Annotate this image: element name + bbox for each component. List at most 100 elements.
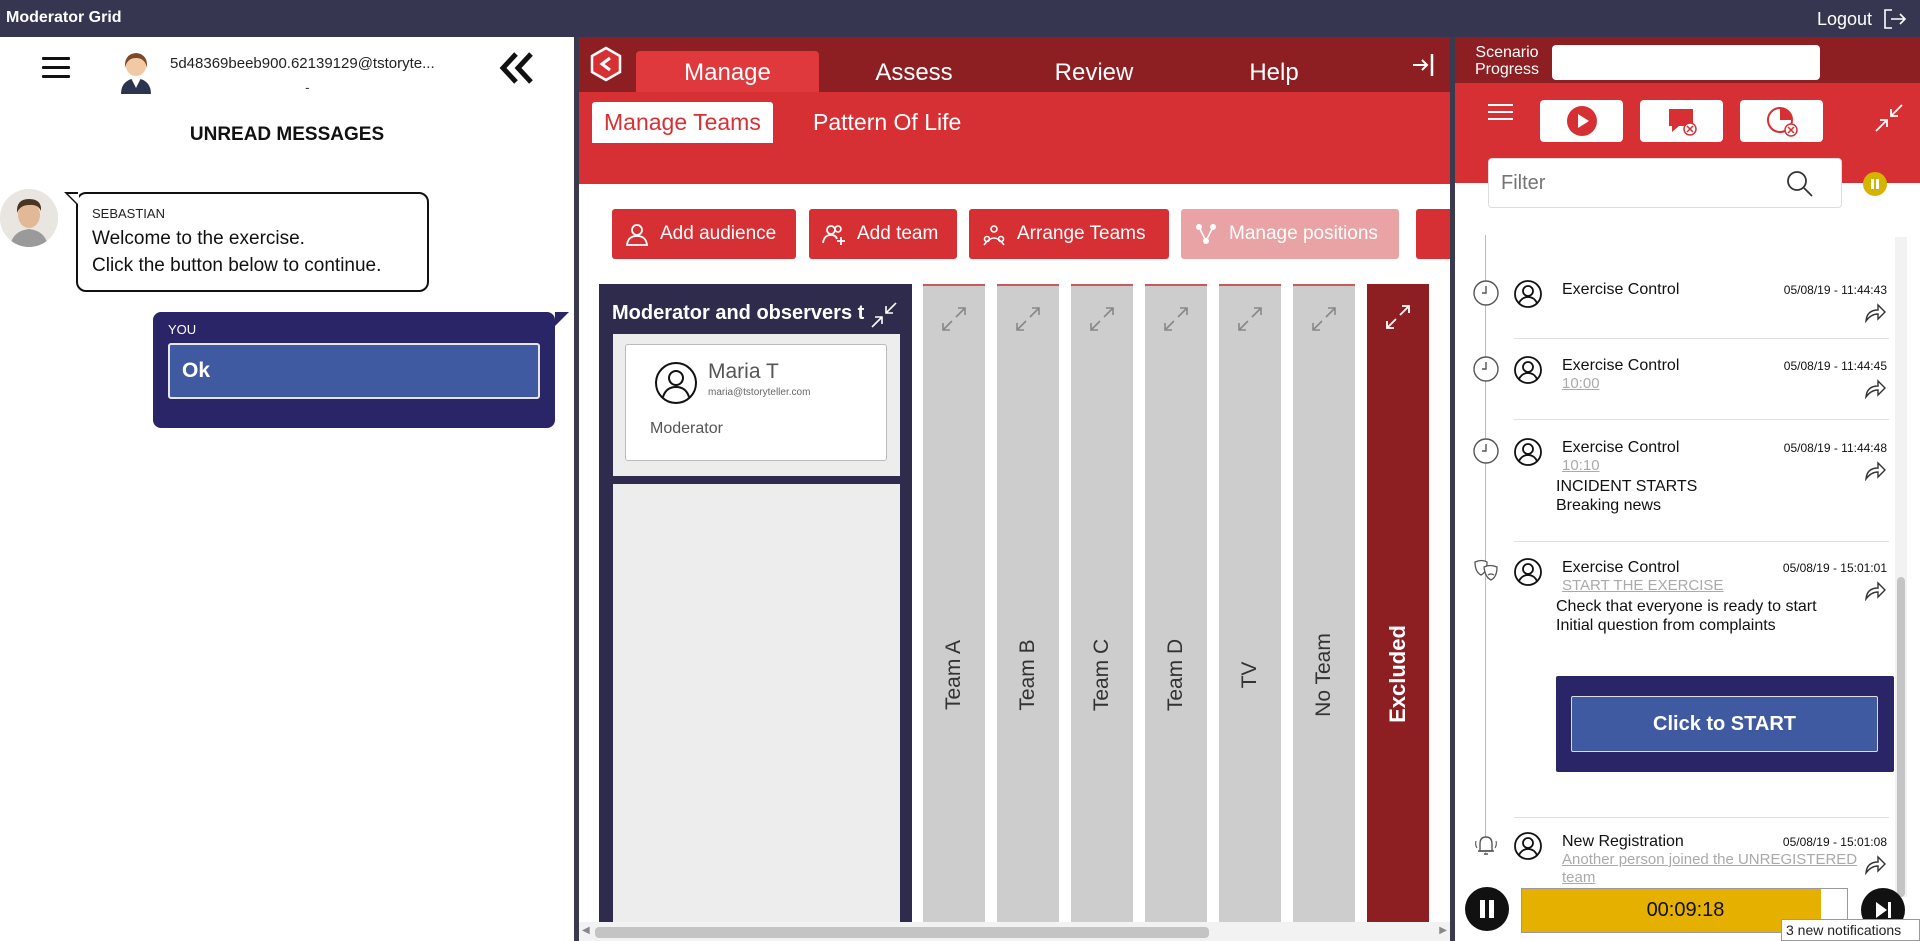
- chart-stop-button[interactable]: [1740, 100, 1823, 142]
- logout-button[interactable]: Logout: [1817, 7, 1908, 31]
- tab-help[interactable]: Help: [1189, 51, 1359, 92]
- add-audience-label: Add audience: [660, 223, 777, 244]
- event-link[interactable]: 10:00: [1562, 375, 1600, 392]
- horizontal-scrollbar[interactable]: ◀ ▶: [579, 922, 1450, 941]
- menu-icon[interactable]: [42, 57, 70, 79]
- event-timestamp: 05/08/19 - 15:01:08: [1782, 835, 1887, 849]
- drop-area[interactable]: [613, 484, 900, 926]
- user-email: 5d48369beeb900.62139129@tstoryte...: [170, 55, 435, 72]
- member-card[interactable]: Maria T maria@tstoryteller.com Moderator: [625, 344, 887, 461]
- event-link[interactable]: START THE EXERCISE: [1562, 577, 1723, 594]
- team-column[interactable]: No Team: [1293, 284, 1355, 934]
- team-column[interactable]: Team C: [1071, 284, 1133, 934]
- scenario-progress-bar: [1552, 45, 1820, 80]
- event-body-line: Initial question from complaints: [1556, 617, 1776, 634]
- team-column[interactable]: TV: [1219, 284, 1281, 934]
- member-role: Moderator: [650, 420, 723, 437]
- pause-button[interactable]: [1465, 887, 1509, 931]
- separator: [1514, 541, 1889, 542]
- team-label: No Team: [1312, 632, 1335, 717]
- logout-label: Logout: [1816, 8, 1872, 29]
- expand-icon[interactable]: [1087, 304, 1117, 334]
- expand-icon[interactable]: [1013, 304, 1043, 334]
- tab-manage-teams[interactable]: Manage Teams: [592, 102, 773, 143]
- team-toolbar: Add audience Add team Arrange Teams Mana…: [579, 184, 1450, 280]
- play-icon: [1566, 106, 1597, 136]
- unread-messages-title: UNREAD MESSAGES: [189, 124, 385, 145]
- click-to-start-button[interactable]: Click to START: [1571, 696, 1878, 752]
- collapse-panel-icon[interactable]: [498, 50, 538, 86]
- expand-icon[interactable]: [1383, 302, 1413, 332]
- event-link[interactable]: 10:10: [1562, 457, 1600, 474]
- arrange-teams-button[interactable]: Arrange Teams: [969, 209, 1169, 259]
- member-name: Maria T: [708, 360, 779, 383]
- feed-item[interactable]: Exercise Control 05/08/19 - 11:44:45 10:…: [1455, 349, 1895, 429]
- event-timestamp: 05/08/19 - 15:01:01: [1782, 561, 1887, 575]
- tab-pattern-of-life[interactable]: Pattern Of Life: [801, 102, 973, 143]
- collapse-icon[interactable]: [1873, 102, 1905, 134]
- teams-board: Moderator and observers t Maria T maria@…: [579, 280, 1450, 938]
- more-toolbar-button[interactable]: [1416, 209, 1450, 259]
- scroll-right-icon[interactable]: ▶: [1439, 925, 1447, 936]
- expand-icon[interactable]: [939, 304, 969, 334]
- user-icon: [655, 362, 697, 404]
- user-icon: [1514, 356, 1542, 384]
- scenario-progress-label: Scenario Progress: [1475, 44, 1540, 78]
- team-label: Team D: [1164, 638, 1187, 711]
- team-column[interactable]: Team A: [923, 284, 985, 934]
- positions-icon: [1196, 224, 1216, 244]
- team-column[interactable]: Team D: [1145, 284, 1207, 934]
- event-link[interactable]: team: [1562, 869, 1595, 886]
- pause-feed-icon[interactable]: [1863, 172, 1887, 196]
- exit-icon[interactable]: [1409, 51, 1437, 79]
- person-icon: [625, 224, 649, 246]
- event-timestamp: 05/08/19 - 11:44:45: [1783, 359, 1887, 373]
- collapse-icon[interactable]: [869, 300, 899, 330]
- feed-item[interactable]: New Registration 05/08/19 - 15:01:08 Ano…: [1455, 825, 1895, 895]
- manage-positions-button[interactable]: Manage positions: [1181, 209, 1399, 259]
- menu-icon[interactable]: [1488, 104, 1513, 124]
- ok-button[interactable]: Ok: [168, 343, 540, 399]
- theater-masks-icon: [1474, 559, 1498, 581]
- share-icon[interactable]: [1863, 853, 1887, 875]
- sender-avatar: [0, 189, 58, 247]
- team-column[interactable]: Team B: [997, 284, 1059, 934]
- messages-stop-button[interactable]: [1640, 100, 1723, 142]
- share-icon[interactable]: [1863, 377, 1887, 399]
- expand-icon[interactable]: [1161, 304, 1191, 334]
- add-audience-button[interactable]: Add audience: [612, 209, 796, 259]
- event-source: Exercise Control: [1562, 281, 1680, 298]
- feed-item[interactable]: Exercise Control 05/08/19 - 15:01:01 STA…: [1455, 551, 1895, 821]
- reply-sender: YOU: [168, 322, 197, 337]
- excluded-column[interactable]: Excluded: [1367, 284, 1429, 934]
- scroll-thumb[interactable]: [1897, 577, 1905, 897]
- team-label: Team B: [1016, 639, 1039, 711]
- sub-nav: Manage Teams Pattern Of Life: [579, 92, 1450, 184]
- clock-icon: [1473, 356, 1499, 382]
- search-icon[interactable]: [1785, 169, 1815, 199]
- expand-icon[interactable]: [1235, 304, 1265, 334]
- play-button[interactable]: [1540, 100, 1623, 142]
- member-slot: Maria T maria@tstoryteller.com Moderator: [613, 334, 900, 476]
- share-icon[interactable]: [1863, 579, 1887, 601]
- scroll-thumb[interactable]: [595, 927, 1209, 938]
- feed-item[interactable]: Exercise Control 05/08/19 - 11:44:48 10:…: [1455, 431, 1895, 551]
- add-team-button[interactable]: Add team: [809, 209, 957, 259]
- member-email: maria@tstoryteller.com: [708, 387, 811, 398]
- share-icon[interactable]: [1863, 459, 1887, 481]
- expand-icon[interactable]: [1309, 304, 1339, 334]
- notifications-badge[interactable]: 3 new notifications: [1781, 919, 1920, 941]
- feed-item[interactable]: Exercise Control 05/08/19 - 11:44:43: [1455, 273, 1895, 345]
- user-subtitle: -: [305, 79, 310, 95]
- scenario-header: Scenario Progress: [1455, 37, 1920, 83]
- tab-review[interactable]: Review: [1009, 51, 1179, 92]
- event-link[interactable]: Another person joined the UNREGISTERED: [1562, 851, 1857, 868]
- share-icon[interactable]: [1863, 301, 1887, 323]
- tab-assess[interactable]: Assess: [829, 51, 999, 92]
- event-source: New Registration: [1562, 833, 1684, 850]
- vertical-scrollbar[interactable]: [1895, 237, 1907, 897]
- team-label: Team C: [1090, 638, 1113, 711]
- tab-manage[interactable]: Manage: [636, 51, 819, 92]
- scroll-left-icon[interactable]: ◀: [582, 925, 590, 936]
- event-timestamp: 05/08/19 - 11:44:48: [1783, 441, 1887, 455]
